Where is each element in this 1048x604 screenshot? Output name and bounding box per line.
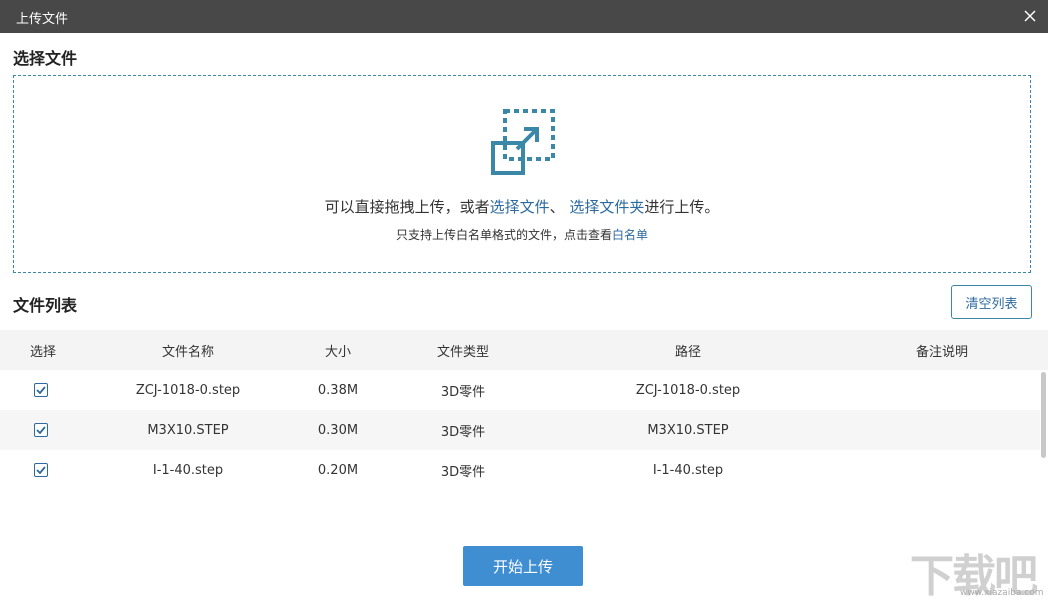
drag-upload-icon [491, 109, 557, 179]
whitelist-link[interactable]: 白名单 [612, 228, 648, 242]
file-size: 0.20M [298, 450, 378, 490]
drop-instruction-suffix: 进行上传。 [644, 198, 719, 216]
check-icon [36, 386, 46, 394]
close-icon[interactable] [1020, 6, 1040, 26]
select-files-heading: 选择文件 [13, 45, 77, 69]
header-select: 选择 [14, 330, 72, 370]
file-path: ZCJ-1018-0.step [588, 370, 788, 410]
table-row[interactable]: I-1-40.step 0.20M 3D零件 I-1-40.step [0, 450, 1040, 490]
table-row[interactable]: ZCJ-1018-0.step 0.38M 3D零件 ZCJ-1018-0.st… [0, 370, 1040, 410]
file-name: ZCJ-1018-0.step [88, 370, 288, 410]
file-name: I-1-40.step [88, 450, 288, 490]
table-scrollbar[interactable] [1041, 372, 1046, 458]
header-path: 路径 [588, 330, 788, 370]
select-files-link[interactable]: 选择文件 [490, 198, 550, 216]
file-path: I-1-40.step [588, 450, 788, 490]
window-titlebar: 上传文件 [0, 0, 1048, 33]
header-size: 大小 [298, 330, 378, 370]
file-note[interactable] [882, 450, 1002, 490]
table-header: 选择 文件名称 大小 文件类型 路径 备注说明 [0, 330, 1048, 370]
row-checkbox[interactable] [34, 423, 48, 437]
check-icon [36, 426, 46, 434]
select-folder-link[interactable]: 选择文件夹 [569, 198, 644, 216]
clear-list-button[interactable]: 清空列表 [951, 285, 1032, 319]
start-upload-button[interactable]: 开始上传 [463, 546, 583, 586]
header-note: 备注说明 [882, 330, 1002, 370]
drop-instruction-prefix: 可以直接拖拽上传，或者 [325, 198, 490, 216]
row-checkbox-cell [14, 450, 68, 490]
watermark-url: www.xiazaiba.com [960, 588, 1044, 598]
file-list-heading: 文件列表 [13, 292, 77, 316]
row-checkbox[interactable] [34, 463, 48, 477]
table-row[interactable]: M3X10.STEP 0.30M 3D零件 M3X10.STEP [0, 410, 1040, 450]
window-title: 上传文件 [16, 8, 68, 27]
separator: 、 [550, 198, 565, 216]
file-type: 3D零件 [403, 410, 523, 450]
row-checkbox-cell [14, 370, 68, 410]
whitelist-note: 只支持上传白名单格式的文件，点击查看白名单 [14, 226, 1030, 243]
check-icon [36, 466, 46, 474]
file-path: M3X10.STEP [588, 410, 788, 450]
header-filetype: 文件类型 [403, 330, 523, 370]
file-type: 3D零件 [403, 370, 523, 410]
file-note[interactable] [882, 410, 1002, 450]
header-filename: 文件名称 [88, 330, 288, 370]
whitelist-note-text: 只支持上传白名单格式的文件，点击查看 [396, 228, 612, 242]
file-size: 0.38M [298, 370, 378, 410]
drop-instruction: 可以直接拖拽上传，或者选择文件、 选择文件夹进行上传。 [14, 196, 1030, 217]
row-checkbox-cell [14, 410, 68, 450]
drop-zone[interactable]: 可以直接拖拽上传，或者选择文件、 选择文件夹进行上传。 只支持上传白名单格式的文… [13, 75, 1031, 273]
file-name: M3X10.STEP [88, 410, 288, 450]
file-size: 0.30M [298, 410, 378, 450]
row-checkbox[interactable] [34, 383, 48, 397]
file-note[interactable] [882, 370, 1002, 410]
file-type: 3D零件 [403, 450, 523, 490]
